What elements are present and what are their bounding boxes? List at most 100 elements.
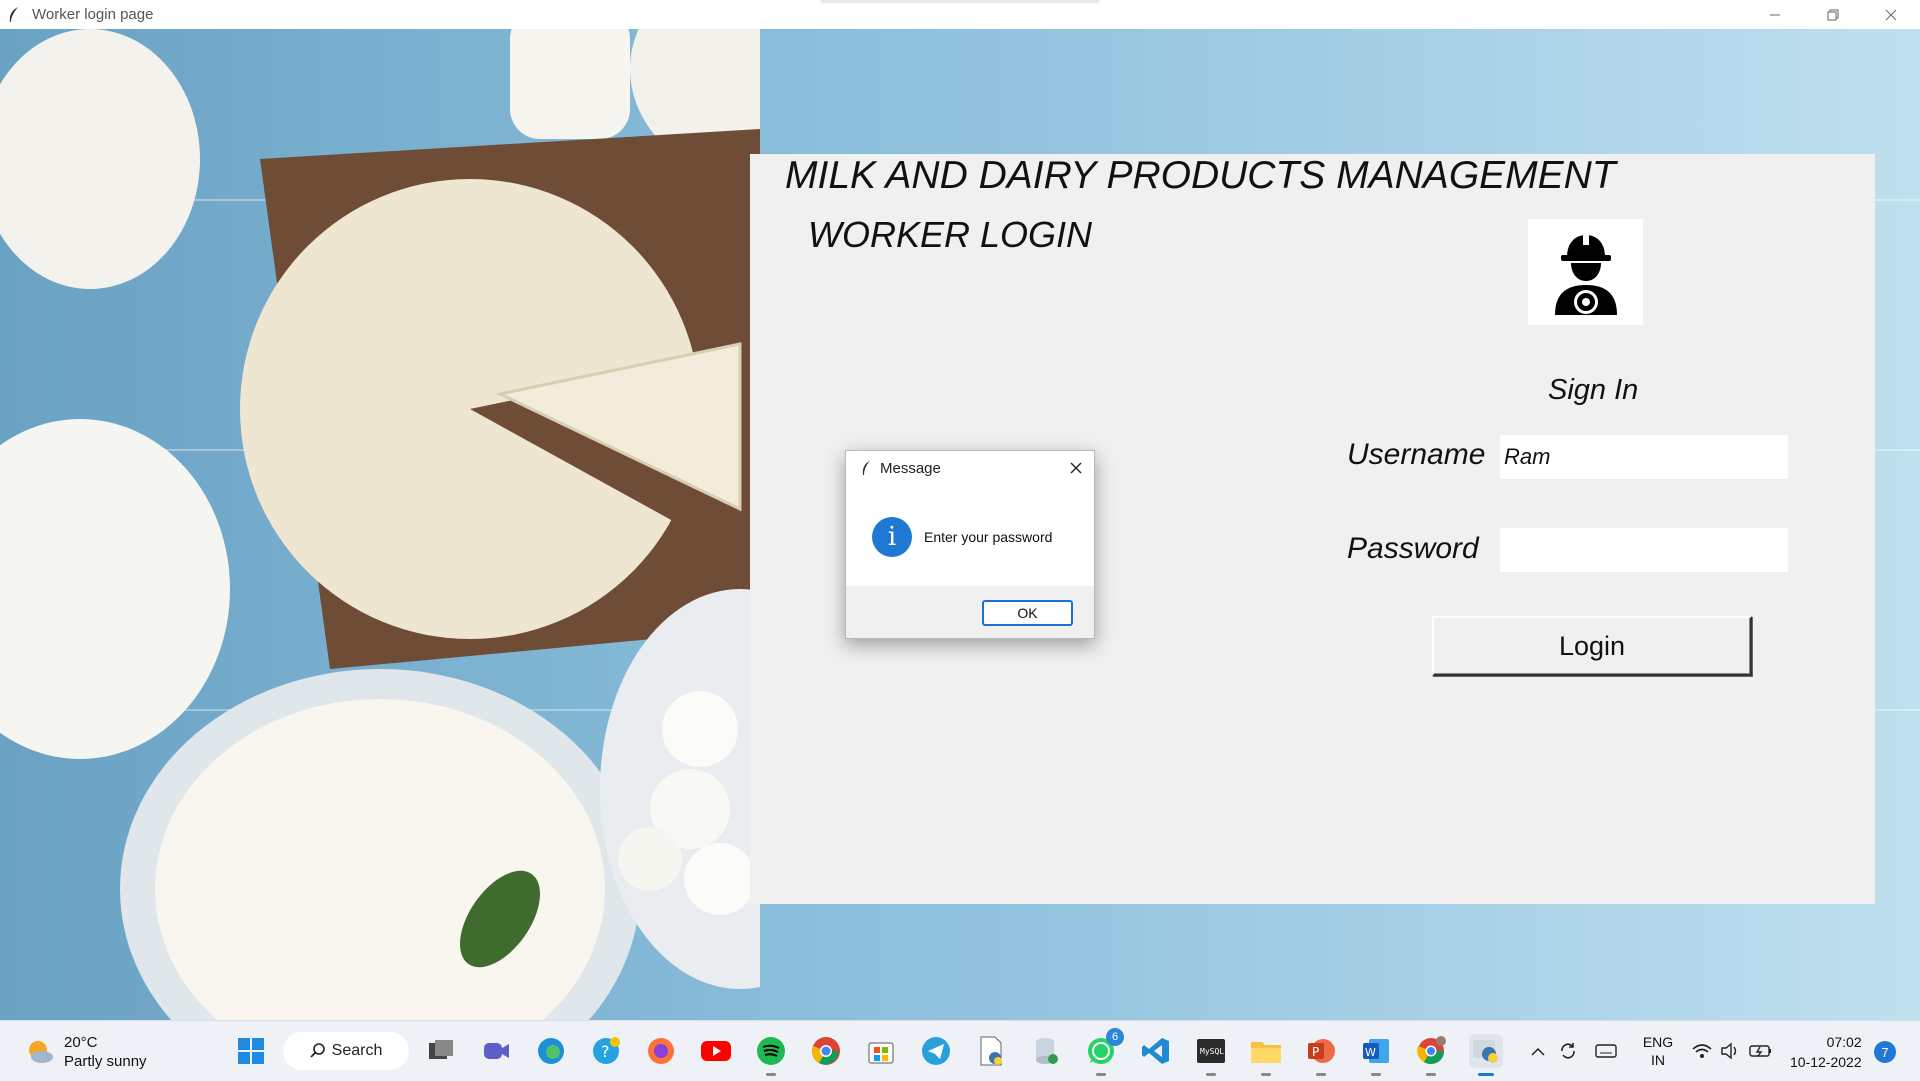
region-code: IN: [1651, 1052, 1665, 1068]
dialog-close-button[interactable]: [1066, 458, 1086, 478]
close-button[interactable]: [1862, 0, 1920, 29]
weather-description: Partly sunny: [64, 1053, 147, 1070]
edge-browser-icon: [538, 1038, 564, 1064]
search-label: Search: [331, 1042, 383, 1059]
taskbar-app-mysql[interactable]: MySQL: [1194, 1034, 1228, 1076]
ok-button[interactable]: OK: [982, 600, 1073, 626]
tray-keyboard-button[interactable]: [1594, 1034, 1618, 1068]
sync-icon: [1561, 1043, 1575, 1059]
running-indicator: [1371, 1073, 1381, 1076]
clock-date: 10-12-2022: [1790, 1054, 1862, 1070]
app-heading: MILK AND DAIRY PRODUCTS MANAGEMENT: [785, 154, 1616, 197]
vscode-icon: [1142, 1038, 1169, 1064]
taskbar-app-file-explorer[interactable]: [1249, 1034, 1283, 1076]
window-title: Worker login page: [32, 6, 154, 23]
restore-button[interactable]: [1804, 0, 1862, 29]
taskbar-app-python-active[interactable]: [1469, 1034, 1503, 1076]
notification-count-badge[interactable]: 7: [1874, 1041, 1896, 1063]
running-indicator: [1261, 1073, 1271, 1076]
svg-text:MySQL: MySQL: [1200, 1047, 1224, 1056]
running-indicator: [1426, 1073, 1436, 1076]
search-icon: [310, 1043, 325, 1058]
taskbar-app-powerpoint[interactable]: P: [1304, 1034, 1338, 1076]
python-window-icon: [1473, 1040, 1498, 1063]
taskbar-app-database[interactable]: [1029, 1034, 1063, 1068]
speaker-icon: [1721, 1042, 1737, 1060]
store-icon: [868, 1042, 894, 1064]
mysql-terminal-icon: MySQL: [1197, 1039, 1225, 1063]
tray-overflow-button[interactable]: [1526, 1034, 1550, 1068]
svg-text:P: P: [1312, 1045, 1319, 1059]
telegram-icon: [922, 1037, 950, 1065]
windows-start-icon: [238, 1038, 264, 1064]
worker-gear-icon: [1554, 233, 1617, 315]
login-button[interactable]: Login: [1432, 616, 1752, 676]
taskbar-app-python-file[interactable]: [974, 1034, 1008, 1068]
taskbar-app-spotify[interactable]: [754, 1034, 788, 1076]
running-indicator: [1316, 1073, 1326, 1076]
youtube-icon: [701, 1041, 731, 1061]
notification-badge: 6: [1106, 1028, 1124, 1046]
python-file-icon: [980, 1036, 1002, 1066]
spotify-icon: [757, 1037, 785, 1065]
taskbar-app-teams[interactable]: [479, 1034, 513, 1068]
taskbar-app-store[interactable]: [864, 1034, 898, 1068]
task-view-button[interactable]: [424, 1034, 458, 1068]
dairy-products-illustration: [0, 29, 760, 1020]
tray-battery-button[interactable]: [1748, 1034, 1774, 1068]
svg-text:?: ?: [601, 1042, 610, 1061]
video-chat-icon: [484, 1043, 509, 1059]
language-indicator[interactable]: ENG IN: [1640, 1033, 1676, 1069]
weather-temperature: 20°C: [64, 1034, 98, 1051]
taskbar-search[interactable]: Search: [283, 1032, 409, 1070]
running-indicator: [1096, 1073, 1106, 1076]
language-code: ENG: [1642, 1034, 1674, 1050]
tray-wifi-button[interactable]: [1690, 1034, 1714, 1068]
weather-widget[interactable]: 20°C Partly sunny: [26, 1033, 147, 1071]
taskbar-app-chrome-profile[interactable]: [1414, 1034, 1448, 1076]
running-indicator: [1206, 1073, 1216, 1076]
task-view-icon: [429, 1040, 453, 1059]
taskbar-app-firefox[interactable]: [644, 1034, 678, 1068]
window-titlebar: Worker login page: [0, 0, 1920, 29]
database-icon: [1036, 1038, 1058, 1064]
taskbar: 20°C Partly sunny Search ? 6 MySQL P W E…: [0, 1020, 1920, 1081]
wifi-icon: [1692, 1044, 1712, 1058]
feather-app-icon: [862, 461, 870, 475]
close-icon: [1070, 462, 1082, 474]
taskbar-app-help[interactable]: ?: [589, 1034, 623, 1068]
minimize-icon: [1770, 14, 1780, 15]
taskbar-app-chrome[interactable]: [809, 1034, 843, 1068]
clock-time: 07:02: [1826, 1034, 1862, 1050]
worker-login-heading: WORKER LOGIN: [808, 214, 1093, 255]
tray-sync-button[interactable]: [1556, 1034, 1580, 1068]
username-field[interactable]: Ram: [1500, 435, 1788, 479]
dialog-title: Message: [880, 459, 941, 477]
window-controls: [1746, 0, 1920, 29]
taskbar-clock[interactable]: 07:02 10-12-2022: [1790, 1032, 1862, 1072]
taskbar-app-word[interactable]: W: [1359, 1034, 1393, 1076]
taskbar-app-youtube[interactable]: [699, 1034, 733, 1068]
taskbar-app-edge[interactable]: [534, 1034, 568, 1068]
message-dialog: Message i Enter your password OK: [845, 450, 1095, 639]
tray-volume-button[interactable]: [1718, 1034, 1742, 1068]
taskbar-app-whatsapp[interactable]: 6: [1084, 1028, 1124, 1076]
start-button[interactable]: [234, 1034, 268, 1068]
hidden-window-peek: [820, 0, 1100, 3]
worker-avatar: [1528, 219, 1643, 325]
taskbar-app-vscode[interactable]: [1139, 1034, 1173, 1068]
password-field[interactable]: [1500, 528, 1788, 572]
info-icon: i: [872, 517, 912, 557]
taskbar-app-telegram[interactable]: [919, 1034, 953, 1068]
close-icon: [1885, 9, 1897, 20]
minimize-button[interactable]: [1746, 0, 1804, 29]
keyboard-icon: [1595, 1044, 1617, 1058]
dialog-titlebar: Message: [846, 451, 1094, 485]
word-icon: W: [1363, 1039, 1389, 1063]
chrome-profile-icon: [1417, 1036, 1446, 1065]
firefox-icon: [648, 1038, 674, 1064]
sign-in-label: Sign In: [1548, 374, 1639, 406]
chrome-icon: [812, 1037, 840, 1065]
feather-app-icon: [9, 6, 18, 22]
password-label: Password: [1347, 532, 1479, 565]
